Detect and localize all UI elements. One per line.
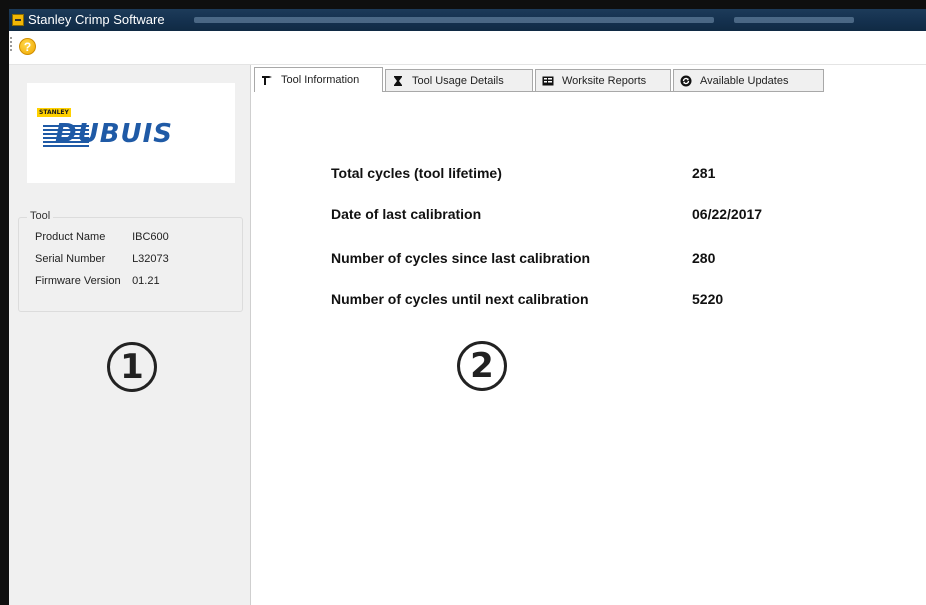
last-calibration-label: Date of last calibration bbox=[331, 206, 482, 222]
app-icon bbox=[12, 14, 24, 26]
tab-label: Available Updates bbox=[700, 74, 789, 87]
tool-group-legend: Tool bbox=[27, 210, 54, 222]
tool-group: Tool Product Name IBC600 Serial Number L… bbox=[18, 210, 243, 312]
total-cycles-value: 281 bbox=[692, 165, 716, 181]
app-window: Stanley Crimp Software ? STANLEY DUBUIS … bbox=[9, 9, 926, 605]
tab-label: Worksite Reports bbox=[562, 74, 647, 87]
tab-available-updates[interactable]: Available Updates bbox=[673, 69, 824, 91]
hourglass-icon bbox=[392, 75, 404, 87]
product-name-value: IBC600 bbox=[132, 231, 169, 243]
sidebar: STANLEY DUBUIS Tool Product Name IBC600 … bbox=[9, 65, 251, 605]
firmware-version-value: 01.21 bbox=[132, 275, 160, 287]
toolbar-grip-icon[interactable] bbox=[10, 37, 12, 53]
window-controls-blurred bbox=[734, 17, 854, 23]
tab-tool-usage-details[interactable]: Tool Usage Details bbox=[385, 69, 533, 91]
toolbar: ? bbox=[9, 31, 926, 65]
product-name-label: Product Name bbox=[35, 231, 106, 243]
dubuis-logo: DUBUIS bbox=[55, 119, 174, 149]
report-icon bbox=[542, 75, 554, 87]
help-button[interactable]: ? bbox=[19, 38, 36, 55]
last-calibration-value: 06/22/2017 bbox=[692, 206, 763, 222]
crimp-tool-icon bbox=[261, 74, 273, 86]
firmware-version-row: Firmware Version 01.21 bbox=[35, 275, 160, 287]
serial-number-row: Serial Number L32073 bbox=[35, 253, 169, 265]
product-name-row: Product Name IBC600 bbox=[35, 231, 169, 243]
tab-strip: Tool Information Tool Usage Details Work… bbox=[254, 67, 926, 92]
firmware-version-label: Firmware Version bbox=[35, 275, 121, 287]
cycles-since-calibration-label: Number of cycles since last calibration bbox=[331, 250, 591, 266]
serial-number-label: Serial Number bbox=[35, 253, 106, 265]
update-icon bbox=[680, 75, 692, 87]
cycles-until-calibration-value: 5220 bbox=[692, 291, 724, 307]
callout-1: 1 bbox=[107, 342, 157, 392]
tab-label: Tool Information bbox=[281, 74, 360, 86]
menu-bar-blurred bbox=[194, 17, 714, 23]
tab-worksite-reports[interactable]: Worksite Reports bbox=[535, 69, 671, 91]
cycles-until-calibration-label: Number of cycles until next calibration bbox=[331, 291, 589, 307]
window-title: Stanley Crimp Software bbox=[28, 12, 165, 27]
tab-label: Tool Usage Details bbox=[412, 74, 504, 87]
callout-2: 2 bbox=[457, 341, 507, 391]
title-bar[interactable]: Stanley Crimp Software bbox=[9, 9, 926, 31]
serial-number-value: L32073 bbox=[132, 253, 169, 265]
total-cycles-label: Total cycles (tool lifetime) bbox=[331, 165, 502, 181]
cycles-since-calibration-value: 280 bbox=[692, 250, 716, 266]
tab-tool-information[interactable]: Tool Information bbox=[254, 67, 383, 92]
stanley-logo: STANLEY bbox=[37, 108, 71, 117]
company-logo: STANLEY DUBUIS bbox=[27, 83, 235, 183]
